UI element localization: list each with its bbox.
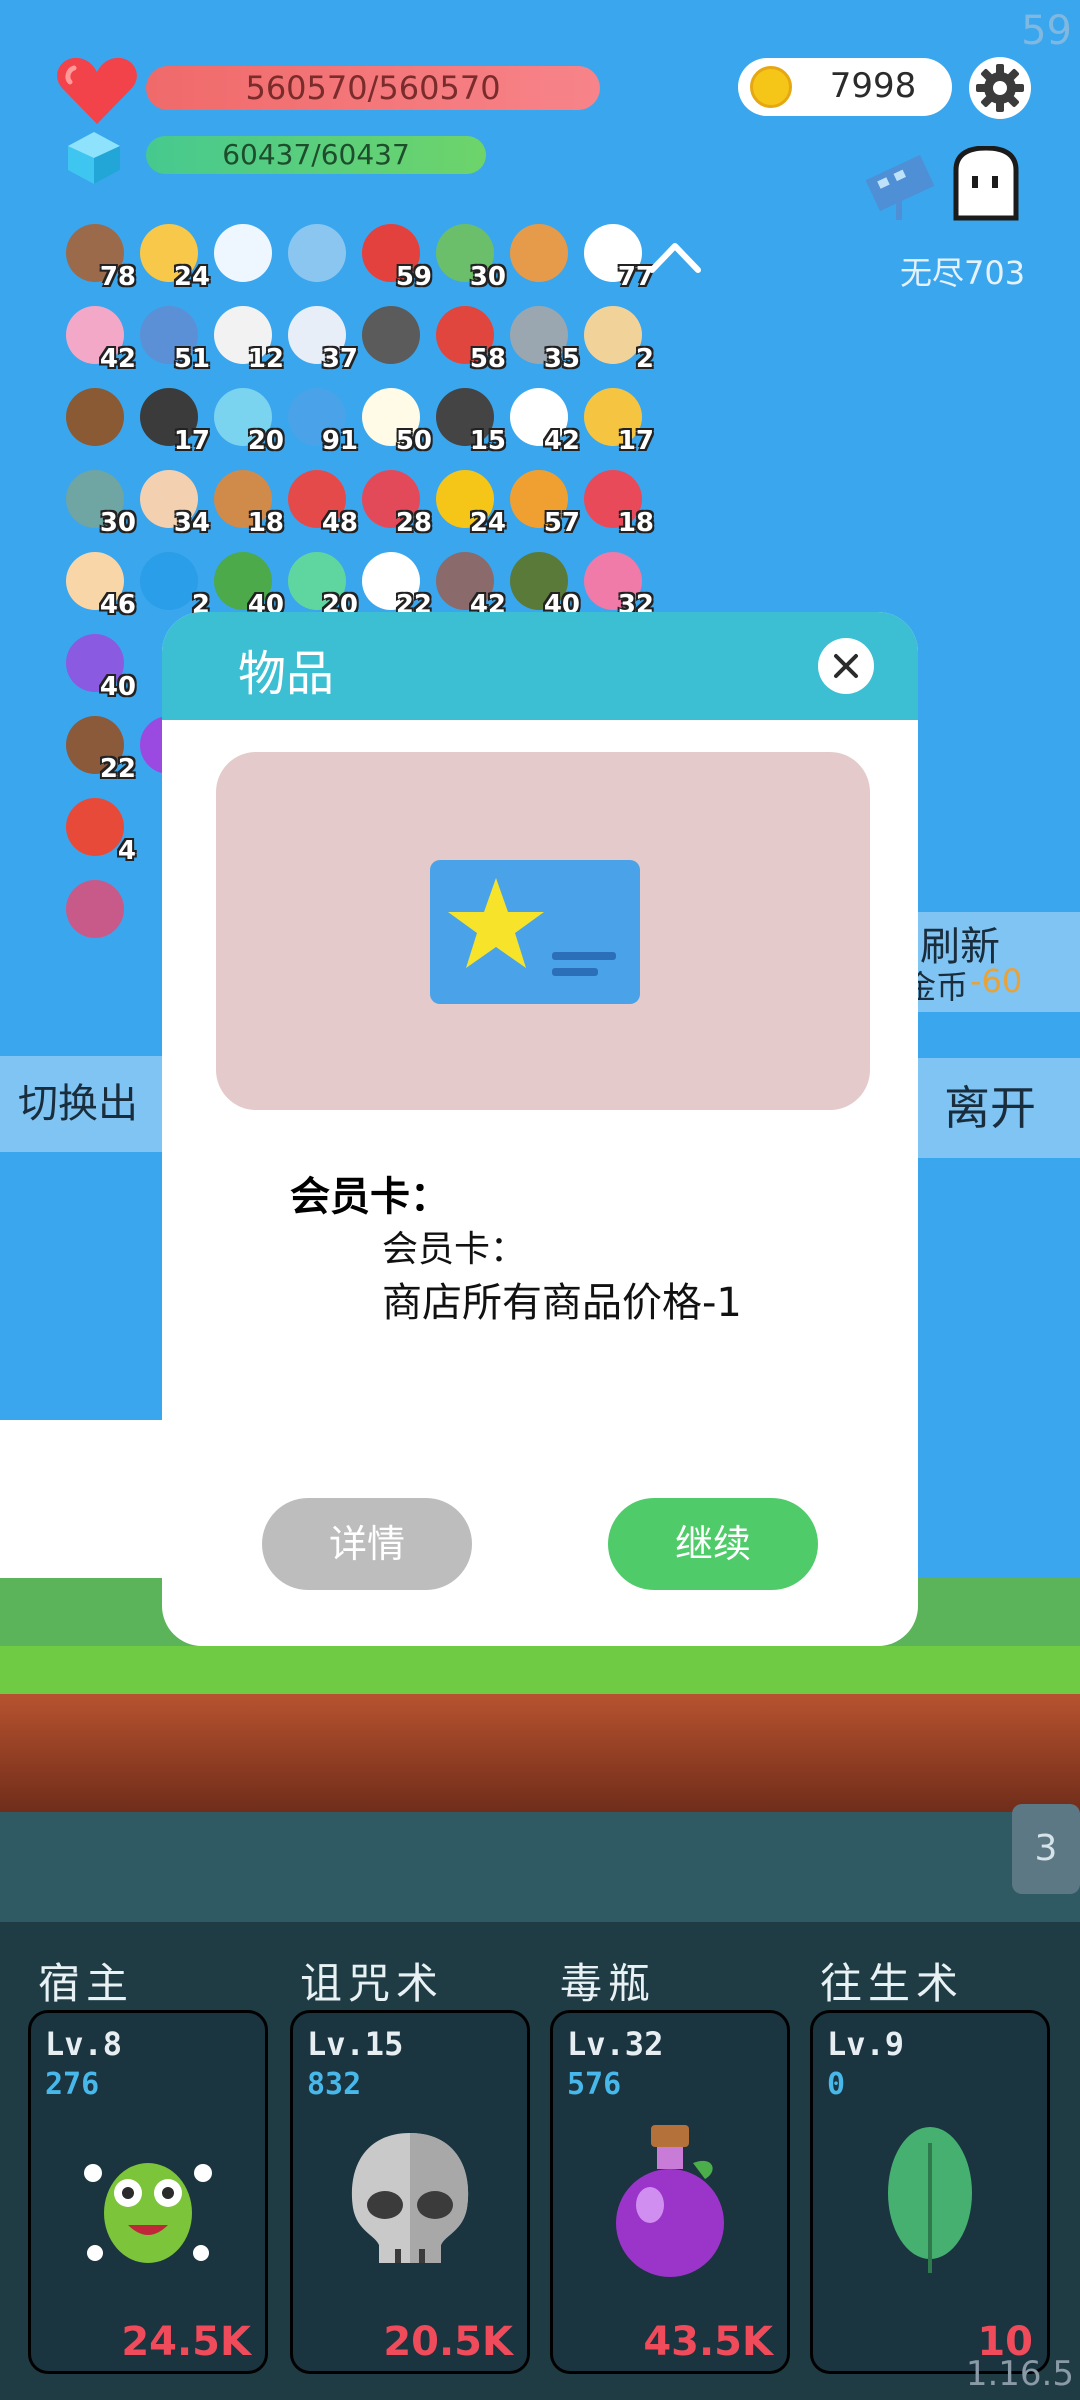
dialog-title: 物品 (238, 646, 335, 702)
continue-button[interactable]: 继续 (608, 1498, 818, 1590)
modal-overlay: 物品 会员卡： 会员卡： 商店所有商品价格-1 详情 继续 (0, 0, 1080, 2400)
close-icon (834, 654, 858, 678)
close-button[interactable] (818, 638, 874, 694)
membership-card-icon (430, 860, 640, 1004)
detail-button[interactable]: 详情 (262, 1498, 472, 1590)
item-name: 会员卡： (290, 1174, 450, 1220)
item-preview (216, 752, 870, 1110)
item-desc-title: 会员卡： (382, 1229, 527, 1270)
item-desc-effect: 商店所有商品价格-1 (382, 1280, 742, 1326)
item-dialog: 物品 会员卡： 会员卡： 商店所有商品价格-1 详情 继续 (162, 612, 918, 1646)
